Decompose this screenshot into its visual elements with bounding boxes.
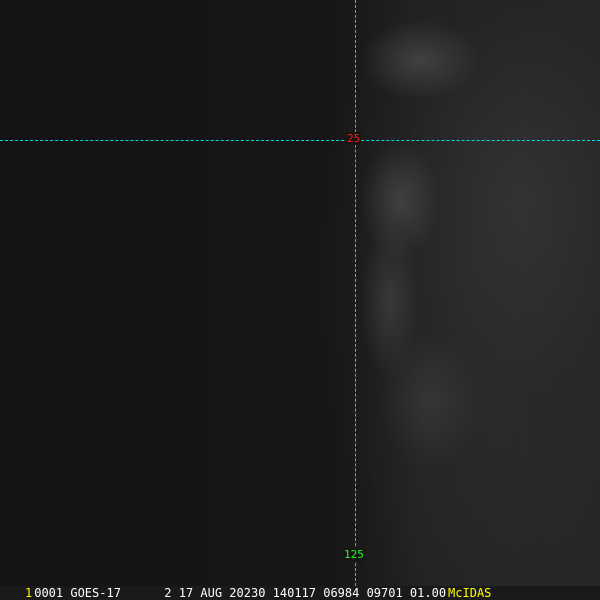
latitude-gridline [0, 140, 600, 141]
latitude-label: 25 [346, 132, 362, 145]
cloud-imagery [0, 0, 600, 586]
image-info: 0001 GOES-17 2 17 AUG 20230 140117 06984… [34, 586, 447, 600]
satellite-image: 25 125 1 0001 GOES-17 2 17 AUG 20230 140… [0, 0, 600, 600]
image-area: 25 125 [0, 0, 600, 586]
longitude-gridline [355, 0, 356, 586]
status-bar: 1 0001 GOES-17 2 17 AUG 20230 140117 069… [0, 586, 600, 600]
mcidas-logo: McIDAS [448, 586, 492, 600]
longitude-label: 125 [343, 548, 365, 561]
frame-number: 1 [25, 586, 33, 600]
